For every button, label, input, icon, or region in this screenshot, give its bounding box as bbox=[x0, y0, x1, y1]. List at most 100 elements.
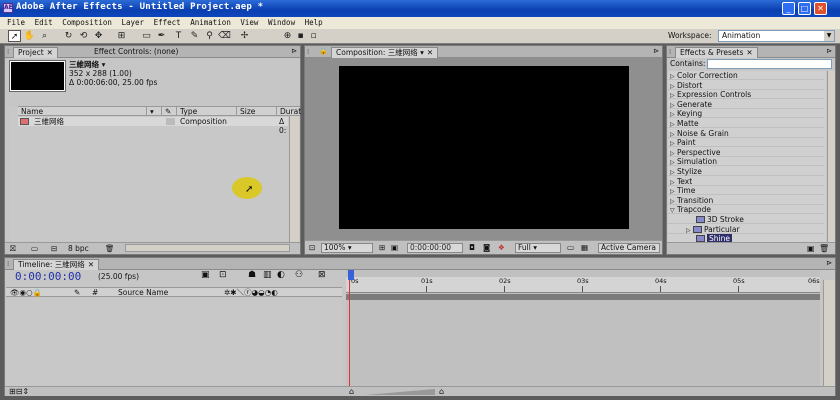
effect-category-noise-grain[interactable]: ▷ Noise & Grain bbox=[668, 129, 824, 138]
effect-category-stylize[interactable]: ▷ Stylize bbox=[668, 167, 824, 176]
menu-window[interactable]: Window bbox=[268, 17, 295, 29]
minimize-button[interactable]: _ bbox=[782, 2, 795, 15]
tab-effects-presets[interactable]: Effects & Presets ✕ bbox=[675, 47, 758, 58]
lock-icon[interactable]: 🔒 bbox=[319, 47, 328, 55]
rotate-tool-icon[interactable]: ↻ bbox=[62, 30, 75, 42]
show-snapshot-icon[interactable]: ◙ bbox=[483, 241, 490, 254]
effect-category-trapcode[interactable]: ▽ Trapcode bbox=[668, 205, 824, 215]
camera-track-icon[interactable]: ✥ bbox=[92, 30, 105, 42]
live-update-icon[interactable]: ⊡ bbox=[219, 270, 227, 280]
pan-behind-icon[interactable]: ⊞ bbox=[115, 30, 128, 42]
contains-search-input[interactable] bbox=[707, 59, 832, 69]
menu-animation[interactable]: Animation bbox=[190, 17, 231, 29]
selection-tool-icon[interactable]: ➚ bbox=[8, 30, 21, 42]
zoom-tool-icon[interactable]: ⌕ bbox=[38, 30, 51, 42]
panel-menu-icon[interactable]: ⊳ bbox=[291, 47, 297, 55]
trash-icon[interactable]: 🗑 bbox=[105, 243, 115, 254]
current-time-field[interactable]: 0:00:00:00 bbox=[407, 243, 463, 253]
close-icon[interactable]: ✕ bbox=[88, 260, 94, 269]
grip-icon[interactable]: ⁞ bbox=[7, 48, 9, 56]
new-comp-icon[interactable]: ⊟ bbox=[51, 243, 57, 254]
menu-edit[interactable]: Edit bbox=[35, 17, 53, 29]
axis-mode-local-icon[interactable]: ⊕ bbox=[281, 30, 294, 42]
effect-category-distort[interactable]: ▷ Distort bbox=[668, 81, 824, 90]
tab-timeline[interactable]: Timeline: 三維网络 ✕ bbox=[13, 259, 100, 270]
menu-composition[interactable]: Composition bbox=[62, 17, 112, 29]
menu-file[interactable]: File bbox=[7, 17, 25, 29]
effect-category-generate[interactable]: ▷ Generate bbox=[668, 100, 824, 109]
menu-layer[interactable]: Layer bbox=[121, 17, 144, 29]
label-icon[interactable]: ✎ bbox=[74, 288, 80, 297]
effects-vertical-scrollbar[interactable] bbox=[827, 71, 835, 243]
grid-guides-icon[interactable]: ⊞ bbox=[379, 241, 385, 254]
chevron-down-icon[interactable]: ▾ bbox=[420, 48, 424, 57]
always-preview-icon[interactable]: ⊡ bbox=[309, 241, 315, 254]
project-item-row[interactable]: 三維网络 Composition Δ 0: bbox=[18, 117, 288, 135]
snapshot-icon[interactable]: ◘ bbox=[469, 241, 475, 254]
project-horizontal-scrollbar[interactable] bbox=[125, 244, 290, 252]
zoom-in-icon[interactable]: ⌂ bbox=[439, 387, 444, 396]
effect-category-text[interactable]: ▷ Text bbox=[668, 177, 824, 186]
effect-category-keying[interactable]: ▷ Keying bbox=[668, 109, 824, 119]
effect-category-transition[interactable]: ▷ Transition bbox=[668, 196, 824, 205]
new-folder-icon[interactable]: ▭ bbox=[31, 243, 38, 254]
tab-composition[interactable]: Composition: 三維网络 ▾ ✕ bbox=[331, 47, 439, 58]
effect-category-color-correction[interactable]: ▷ Color Correction bbox=[668, 71, 824, 80]
timeline-current-time[interactable]: 0:00:00:00 bbox=[15, 270, 81, 283]
composition-viewer[interactable] bbox=[339, 66, 629, 229]
motion-blur-icon[interactable]: ◐ bbox=[277, 270, 285, 280]
col-size[interactable]: Size bbox=[236, 107, 255, 116]
pen-tool-icon[interactable]: ✒ bbox=[155, 30, 168, 42]
close-icon[interactable]: ✕ bbox=[427, 48, 433, 57]
maximize-button[interactable]: □ bbox=[798, 2, 811, 15]
current-time-indicator[interactable] bbox=[348, 270, 354, 386]
work-area-bar[interactable] bbox=[346, 294, 820, 300]
mask-tool-icon[interactable]: ▭ bbox=[140, 30, 153, 42]
interpret-footage-icon[interactable]: ⛝ bbox=[10, 243, 16, 254]
resolution-select[interactable]: Full ▾ bbox=[515, 243, 561, 253]
axis-mode-world-icon[interactable]: ▪ bbox=[294, 30, 307, 42]
col-source-name[interactable]: Source Name bbox=[118, 288, 168, 297]
axis-mode-view-icon[interactable]: ▫ bbox=[307, 30, 320, 42]
effect-category-simulation[interactable]: ▷ Simulation bbox=[668, 157, 824, 167]
effect-3d-stroke[interactable]: 3D Stroke bbox=[668, 215, 824, 224]
clone-stamp-icon[interactable]: ⚲ bbox=[203, 30, 216, 42]
timeline-zoom-slider[interactable] bbox=[365, 389, 435, 395]
menu-help[interactable]: Help bbox=[305, 17, 323, 29]
toggle-switches-icon[interactable]: ⊞⊟⇕ bbox=[9, 387, 29, 396]
col-sort-icon[interactable]: ▾ bbox=[146, 107, 154, 116]
camera-orbit-icon[interactable]: ⟲ bbox=[77, 30, 90, 42]
panel-menu-icon[interactable]: ⊳ bbox=[826, 259, 832, 267]
zoom-select[interactable]: 100% ▾ bbox=[321, 243, 373, 253]
hand-tool-icon[interactable]: ✋ bbox=[23, 30, 36, 42]
project-vertical-scrollbar[interactable] bbox=[289, 116, 299, 243]
grip-icon[interactable]: ⁞ bbox=[307, 48, 309, 56]
new-preset-icon[interactable]: ▣ bbox=[807, 244, 815, 253]
grip-icon[interactable]: ⁞ bbox=[7, 260, 9, 268]
graph-editor-icon[interactable]: ⊠ bbox=[318, 270, 326, 280]
panel-menu-icon[interactable]: ⊳ bbox=[653, 47, 659, 55]
col-duration[interactable]: Durat bbox=[276, 107, 301, 116]
col-name[interactable]: Name bbox=[18, 107, 43, 116]
bpc-label[interactable]: 8 bpc bbox=[68, 243, 89, 254]
col-layer-number[interactable]: # bbox=[92, 288, 98, 297]
text-tool-icon[interactable]: T bbox=[172, 30, 185, 42]
grip-icon[interactable]: ⁞ bbox=[669, 48, 671, 56]
effect-particular[interactable]: ▷ Particular bbox=[668, 225, 824, 234]
effect-category-expression-controls[interactable]: ▷ Expression Controls bbox=[668, 90, 824, 100]
tab-effect-controls[interactable]: Effect Controls: (none) bbox=[90, 47, 182, 58]
tab-project[interactable]: Project ✕ bbox=[13, 47, 58, 58]
effect-category-paint[interactable]: ▷ Paint bbox=[668, 138, 824, 148]
timeline-graph-area[interactable]: 0s 01s 02s 03s 04s 05s 06s bbox=[346, 270, 820, 386]
frame-blending-icon[interactable]: ▥ bbox=[263, 270, 272, 280]
effect-category-time[interactable]: ▷ Time bbox=[668, 186, 824, 196]
comp-mini-flowchart-icon[interactable]: ▣ bbox=[201, 270, 210, 280]
close-button[interactable]: ✕ bbox=[814, 2, 827, 15]
trash-icon[interactable]: 🗑 bbox=[819, 244, 829, 253]
camera-view-select[interactable]: Active Camera bbox=[598, 243, 660, 253]
close-icon[interactable]: ✕ bbox=[746, 48, 752, 57]
channel-color-icon[interactable]: ❖ bbox=[498, 241, 505, 254]
eraser-tool-icon[interactable]: ⌫ bbox=[218, 30, 231, 42]
col-type[interactable]: Type bbox=[176, 107, 197, 116]
effect-category-matte[interactable]: ▷ Matte bbox=[668, 119, 824, 128]
